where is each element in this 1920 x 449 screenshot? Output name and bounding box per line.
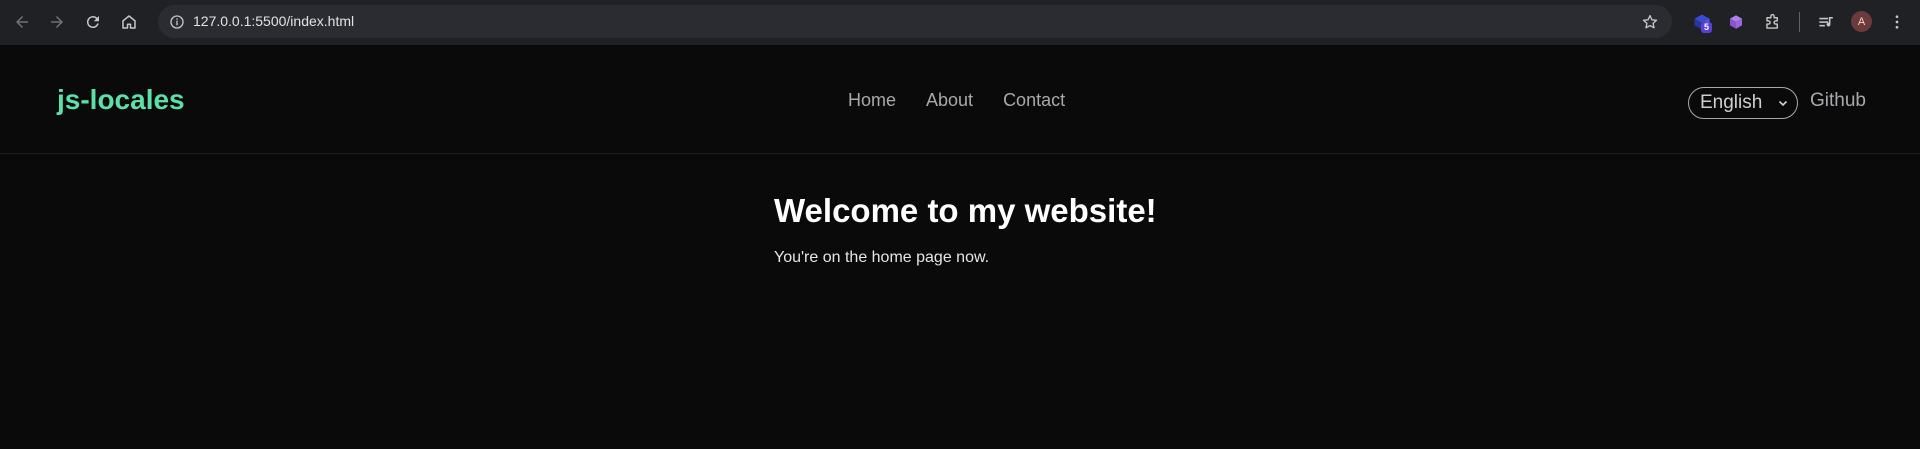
profile-avatar[interactable]: A [1851, 11, 1872, 32]
back-button[interactable] [8, 8, 36, 36]
extension-button[interactable]: 5 [1689, 9, 1715, 35]
extensions-menu-button[interactable] [1759, 9, 1785, 35]
info-icon [169, 14, 184, 29]
puzzle-icon [1765, 13, 1778, 29]
toolbar-divider [1799, 12, 1800, 32]
page-title: Welcome to my website! [774, 192, 1157, 229]
home-button[interactable] [115, 8, 143, 36]
nav-link-home[interactable]: Home [848, 90, 896, 111]
home-icon [122, 15, 136, 29]
chevron-down-icon [1778, 100, 1788, 107]
page-text: You're on the home page now. [774, 249, 990, 266]
brand-logo[interactable]: js-locales [57, 84, 185, 116]
back-arrow-icon [16, 16, 28, 28]
nav-link-about[interactable]: About [926, 90, 973, 111]
url-text[interactable]: 127.0.0.1:5500/index.html [193, 13, 354, 29]
kebab-menu-icon [1895, 15, 1899, 29]
forward-arrow-icon [51, 16, 63, 28]
browser-menu-button[interactable] [1884, 9, 1910, 35]
language-select-value: English [1700, 92, 1763, 113]
star-icon [1642, 14, 1658, 29]
github-link[interactable]: Github [1810, 90, 1866, 112]
media-controls-button[interactable] [1813, 9, 1839, 35]
main-content: Welcome to my website! You're on the hom… [774, 192, 1157, 267]
bookmark-button[interactable] [1638, 10, 1662, 34]
media-controls-icon [1818, 16, 1833, 26]
extension-button[interactable] [1723, 9, 1749, 35]
site-info-button[interactable] [164, 9, 189, 34]
site-header: js-locales Home About Contact English Gi… [0, 45, 1920, 154]
main-nav: Home About Contact [848, 90, 1065, 111]
address-bar[interactable]: 127.0.0.1:5500/index.html [158, 5, 1672, 38]
reload-button[interactable] [79, 8, 107, 36]
reload-icon [86, 16, 99, 29]
browser-toolbar: 127.0.0.1:5500/index.html 5 A [0, 0, 1920, 45]
nav-link-contact[interactable]: Contact [1003, 90, 1065, 111]
purple-cube-icon [1730, 15, 1742, 29]
extension-badge: 5 [1701, 22, 1713, 33]
forward-button[interactable] [43, 8, 71, 36]
language-select[interactable]: English [1688, 87, 1798, 119]
